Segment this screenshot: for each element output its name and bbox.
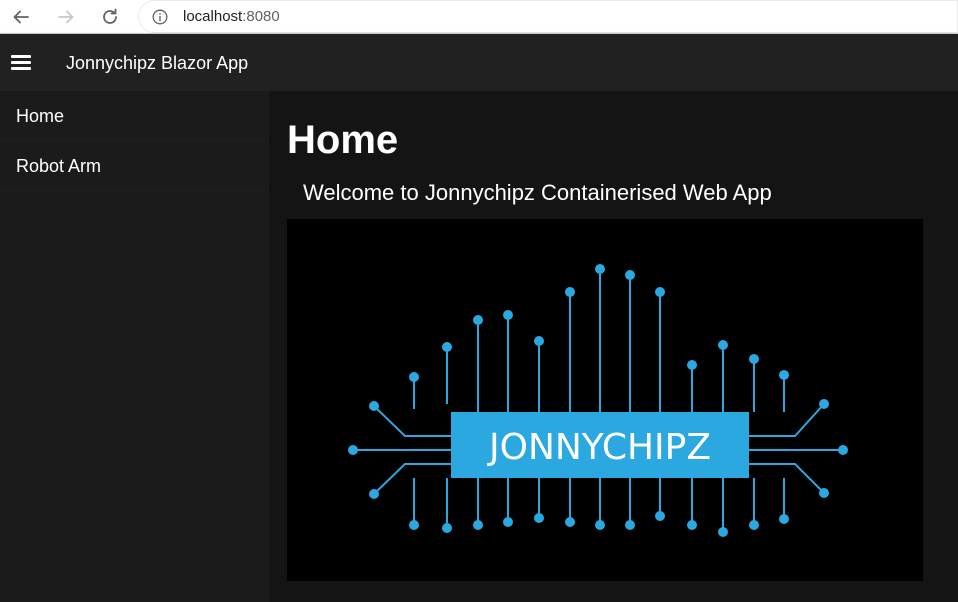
url-port: :8080 xyxy=(242,8,280,25)
browser-toolbar: localhost:8080 xyxy=(0,0,958,34)
circuit-logo-graphic: JONNYCHIPZ xyxy=(348,264,848,537)
circuit-node xyxy=(534,513,544,523)
hamburger-menu-icon[interactable] xyxy=(8,50,34,76)
circuit-node xyxy=(369,489,379,499)
sidebar: Home Robot Arm xyxy=(0,91,269,602)
circuit-node xyxy=(534,336,544,346)
circuit-node xyxy=(595,264,605,274)
sidebar-item-home[interactable]: Home xyxy=(0,91,269,141)
circuit-node xyxy=(687,520,697,530)
circuit-node xyxy=(838,445,848,455)
address-bar[interactable]: localhost:8080 xyxy=(138,0,958,33)
forward-arrow-icon xyxy=(58,10,74,24)
back-arrow-icon xyxy=(13,10,29,24)
circuit-node xyxy=(565,517,575,527)
circuit-node xyxy=(655,287,665,297)
reload-icon xyxy=(103,8,117,24)
circuit-trace xyxy=(373,463,451,495)
circuit-node xyxy=(718,340,728,350)
circuit-node xyxy=(595,520,605,530)
circuit-node xyxy=(625,520,635,530)
main-content: Home Welcome to Jonnychipz Containerised… xyxy=(269,91,958,602)
circuit-traces xyxy=(348,264,848,537)
circuit-node xyxy=(409,372,419,382)
page-title: Home xyxy=(287,118,399,162)
circuit-node xyxy=(503,310,513,320)
circuit-node xyxy=(442,523,452,533)
circuit-node xyxy=(819,488,829,498)
circuit-node xyxy=(749,520,759,530)
circuit-trace xyxy=(749,463,825,494)
back-button[interactable] xyxy=(9,5,33,29)
circuit-node xyxy=(369,401,379,411)
circuit-node xyxy=(779,370,789,380)
circuit-node xyxy=(473,315,483,325)
reload-button[interactable] xyxy=(98,5,122,29)
jonnychipz-logo-image: JONNYCHIPZ xyxy=(287,219,923,581)
logo-text: JONNYCHIPZ xyxy=(487,427,711,468)
info-icon[interactable] xyxy=(152,9,168,25)
circuit-trace xyxy=(373,405,451,437)
circuit-node xyxy=(503,517,513,527)
welcome-text: Welcome to Jonnychipz Containerised Web … xyxy=(303,180,772,205)
forward-button[interactable] xyxy=(54,5,78,29)
circuit-node xyxy=(348,445,358,455)
circuit-node xyxy=(409,520,419,530)
url-host: localhost xyxy=(183,8,243,25)
circuit-node xyxy=(473,520,483,530)
circuit-node xyxy=(687,360,697,370)
circuit-node xyxy=(749,354,759,364)
circuit-trace xyxy=(749,403,825,437)
circuit-node xyxy=(779,514,789,524)
circuit-node xyxy=(655,511,665,521)
circuit-node xyxy=(718,527,728,537)
sidebar-item-robot-arm[interactable]: Robot Arm xyxy=(0,141,269,191)
circuit-node xyxy=(442,342,452,352)
circuit-node xyxy=(819,399,829,409)
app-title: Jonnychipz Blazor App xyxy=(66,53,249,73)
app-top-bar: Jonnychipz Blazor App xyxy=(0,34,958,91)
url-text[interactable]: localhost:8080 xyxy=(183,8,280,25)
circuit-node xyxy=(565,287,575,297)
circuit-node xyxy=(625,270,635,280)
